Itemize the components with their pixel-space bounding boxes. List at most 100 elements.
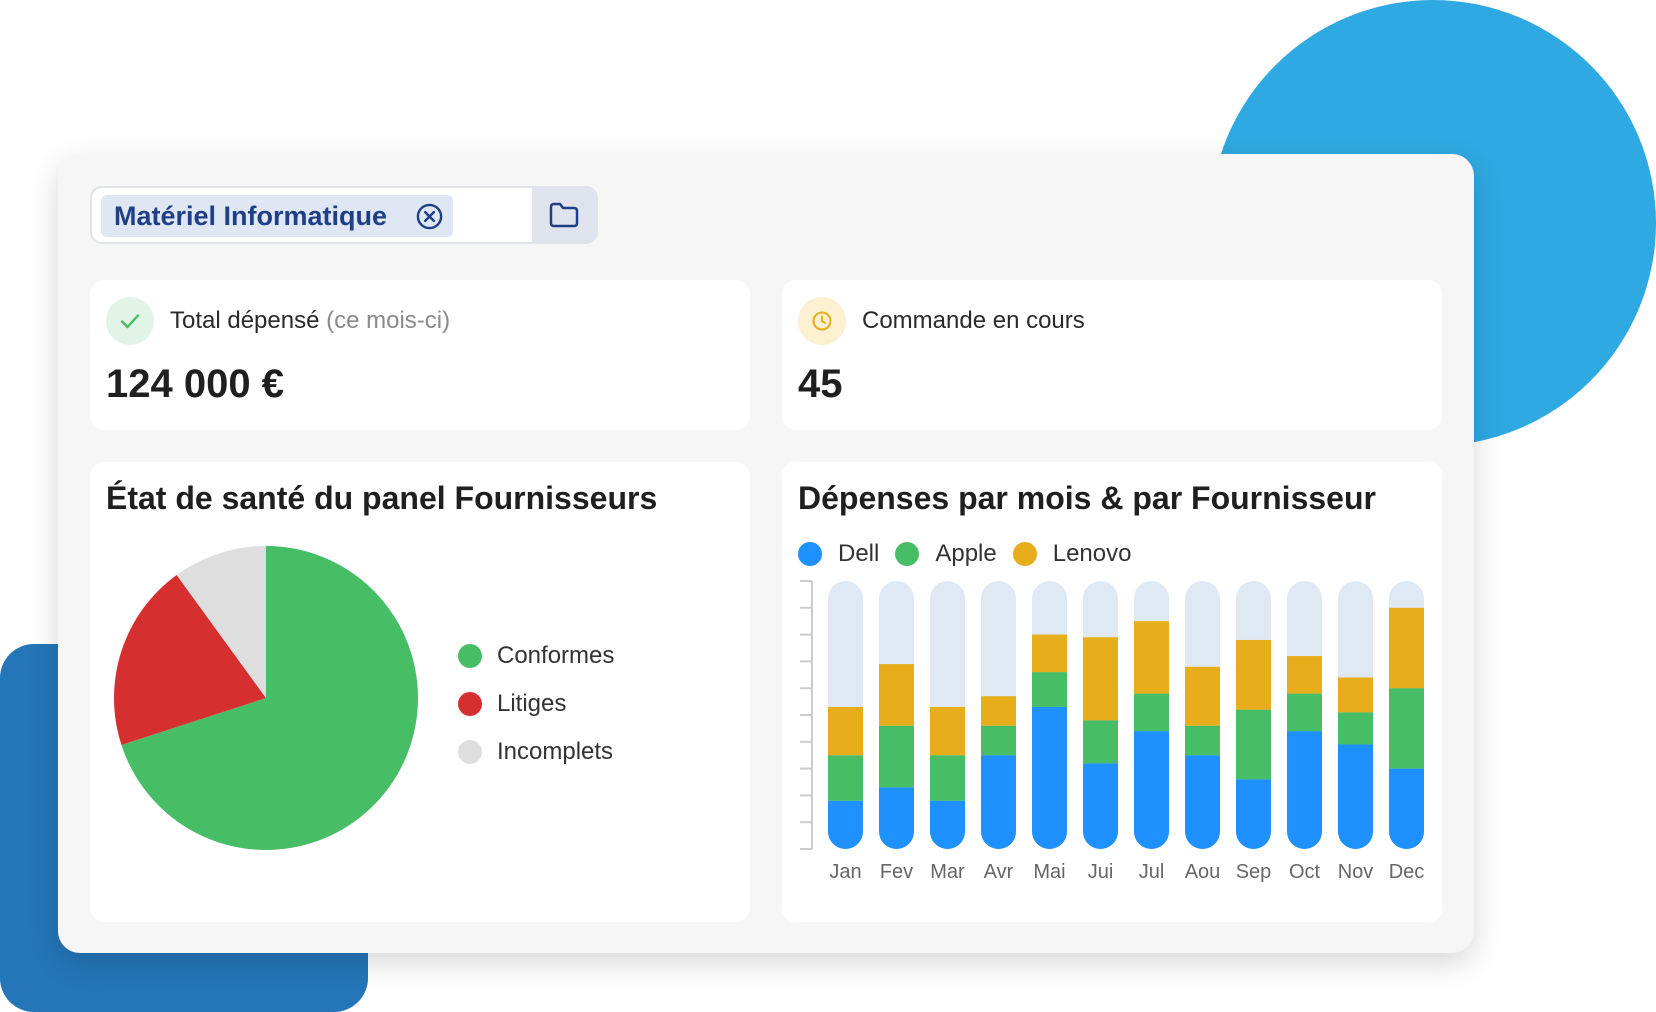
bar-segment-apple [879, 725, 914, 788]
stacked-bar-chart: Jan Fev Mar Avr Mai Jui Jul Aou Sep Oct Nov Dec [800, 580, 1425, 883]
bar-segment-dell [981, 755, 1016, 849]
bar-aou [1185, 581, 1220, 849]
bar-mar [930, 581, 965, 849]
bar-segment-lenovo [981, 696, 1016, 726]
bar-segment-apple [1389, 688, 1424, 769]
close-circle-icon[interactable] [415, 202, 444, 231]
bar-segment-lenovo [1236, 639, 1271, 710]
bar-segment-lenovo [828, 706, 863, 756]
kpi-title: Commande en cours [862, 307, 1085, 334]
category-filter[interactable]: Matériel Informatique [90, 186, 598, 244]
legend-label: Litiges [497, 690, 567, 717]
x-tick-label: Mar [930, 861, 965, 883]
legend-label: Dell [838, 540, 880, 567]
x-tick-label: Jui [1088, 861, 1114, 883]
card-title: État de santé du panel Fournisseurs [106, 480, 658, 516]
x-tick-label: Jan [829, 861, 861, 883]
card-title: Dépenses par mois & par Fournisseur [798, 480, 1376, 516]
bar-segment-apple [1338, 712, 1373, 745]
bar-mai [1032, 581, 1067, 849]
filter-chip: Matériel Informatique [101, 195, 453, 237]
x-tick-label: Oct [1289, 861, 1321, 883]
bar-segment-apple [1083, 720, 1118, 764]
legend-item: Dell [798, 538, 879, 570]
legend-label: Lenovo [1052, 540, 1132, 567]
bar-segment-apple [1134, 693, 1169, 732]
bar-segment-dell [1032, 706, 1067, 849]
check-icon [106, 297, 154, 345]
bar-segment-apple [1287, 693, 1322, 732]
bar-segment-lenovo [1032, 634, 1067, 673]
bar-fev [879, 581, 914, 849]
pie-legend: Conformes Litiges Incomplets [458, 632, 614, 776]
bar-segment-dell [879, 787, 914, 849]
legend-dot [458, 740, 482, 764]
bar-segment-lenovo [1389, 607, 1424, 689]
bar-segment-lenovo [879, 664, 914, 726]
x-tick-label: Mai [1033, 861, 1065, 883]
bar-legend: Dell Apple Lenovo [798, 538, 1147, 570]
bar-segment-apple [1185, 725, 1220, 756]
legend-label: Conformes [497, 642, 615, 669]
monthly-spend-card: Dépenses par mois & par Fournisseur Dell… [782, 462, 1442, 922]
bar-segment-lenovo [1083, 637, 1118, 721]
bar-segment-dell [1185, 755, 1220, 849]
total-spent-card: Total dépensé (ce mois-ci) 124 000 € [90, 280, 750, 430]
folder-icon [549, 202, 579, 228]
bar-segment-dell [1083, 763, 1118, 849]
legend-item: Apple [895, 538, 997, 570]
legend-item: Lenovo [1012, 538, 1132, 570]
bar-sep [1236, 581, 1271, 849]
bar-avr [981, 581, 1016, 849]
bar-segment-apple [981, 725, 1016, 756]
legend-item: Incomplets [458, 728, 614, 776]
folder-button[interactable] [532, 188, 596, 242]
bar-jul [1134, 581, 1169, 849]
bar-segment-dell [1338, 744, 1373, 849]
bar-oct [1287, 581, 1322, 849]
bar-segment-dell [930, 800, 965, 849]
bar-segment-lenovo [1287, 656, 1322, 694]
x-tick-label: Aou [1185, 861, 1221, 883]
x-tick-label: Jul [1139, 861, 1165, 883]
x-tick-label: Fev [880, 861, 913, 883]
legend-dot [458, 692, 482, 716]
orders-in-progress-card: Commande en cours 45 [782, 280, 1442, 430]
x-tick-label: Sep [1236, 861, 1272, 883]
kpi-title: Total dépensé [170, 307, 320, 334]
x-tick-label: Dec [1389, 861, 1425, 883]
supplier-health-card: État de santé du panel Fournisseurs Conf… [90, 462, 750, 922]
dashboard-panel: Matériel Informatique Total dépensé (ce … [58, 154, 1474, 953]
bar-jui [1083, 581, 1118, 849]
legend-label: Incomplets [497, 738, 614, 765]
x-tick-label: Nov [1338, 861, 1374, 883]
bar-segment-dell [1236, 779, 1271, 849]
legend-item: Litiges [458, 680, 614, 728]
bar-segment-lenovo [930, 706, 965, 756]
legend-dot [458, 644, 482, 668]
bar-dec [1389, 581, 1424, 849]
bar-nov [1338, 581, 1373, 849]
bar-segment-lenovo [1185, 666, 1220, 726]
bar-segment-apple [930, 755, 965, 801]
legend-label: Apple [935, 540, 997, 567]
legend-item: Conformes [458, 632, 614, 680]
bar-segment-lenovo [1134, 621, 1169, 694]
x-tick-label: Avr [984, 861, 1014, 883]
filter-chip-label: Matériel Informatique [114, 200, 388, 231]
bar-segment-dell [1287, 731, 1322, 849]
bar-segment-lenovo [1338, 677, 1373, 713]
kpi-subtitle: (ce mois-ci) [326, 307, 451, 334]
bar-segment-apple [828, 755, 863, 801]
bar-segment-apple [1032, 672, 1067, 707]
legend-dot [1012, 542, 1037, 566]
pie-chart [113, 546, 419, 850]
bar-segment-dell [828, 800, 863, 849]
total-spent-value: 124 000 € [106, 362, 284, 406]
legend-dot [798, 542, 822, 566]
bar-segment-apple [1236, 709, 1271, 780]
bar-segment-dell [1389, 768, 1424, 849]
legend-dot [895, 542, 920, 566]
orders-in-progress-value: 45 [798, 362, 843, 406]
clock-icon [798, 297, 846, 345]
